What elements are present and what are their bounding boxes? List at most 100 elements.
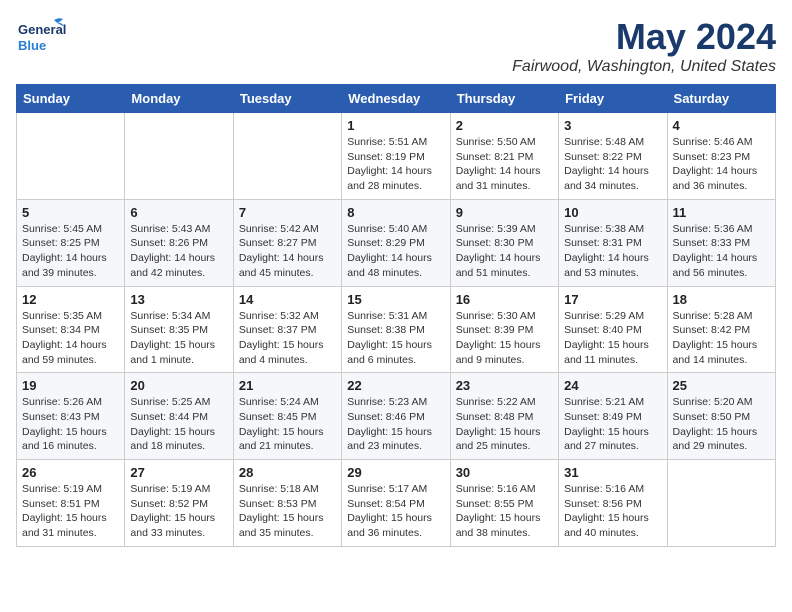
day-number: 2	[456, 118, 553, 133]
table-row	[233, 113, 341, 200]
day-number: 5	[22, 205, 119, 220]
table-row: 13Sunrise: 5:34 AM Sunset: 8:35 PM Dayli…	[125, 286, 233, 373]
day-number: 23	[456, 378, 553, 393]
table-row: 28Sunrise: 5:18 AM Sunset: 8:53 PM Dayli…	[233, 460, 341, 547]
title-block: May 2024 Fairwood, Washington, United St…	[512, 16, 776, 76]
day-info: Sunrise: 5:46 AM Sunset: 8:23 PM Dayligh…	[673, 135, 770, 194]
calendar-week-row: 12Sunrise: 5:35 AM Sunset: 8:34 PM Dayli…	[17, 286, 776, 373]
table-row: 10 Sunrise: 5:38 AM Sunset: 8:31 PM Dayli…	[559, 199, 667, 286]
table-row	[125, 113, 233, 200]
day-info: Sunrise: 5:22 AM Sunset: 8:48 PM Dayligh…	[456, 395, 553, 454]
header-sunday: Sunday	[17, 85, 125, 113]
day-number: 21	[239, 378, 336, 393]
day-info: Sunrise: 5:40 AM Sunset: 8:29 PM Dayligh…	[347, 222, 444, 281]
table-row: 11 Sunrise: 5:36 AM Sunset: 8:33 PM Dayli…	[667, 199, 775, 286]
day-number: 16	[456, 292, 553, 307]
table-row: 4 Sunrise: 5:46 AM Sunset: 8:23 PM Daylig…	[667, 113, 775, 200]
day-info: Sunrise: 5:16 AM Sunset: 8:56 PM Dayligh…	[564, 482, 661, 541]
table-row: 29 Sunrise: 5:17 AM Sunset: 8:54 PM Dayli…	[342, 460, 450, 547]
day-number: 14	[239, 292, 336, 307]
header-friday: Friday	[559, 85, 667, 113]
day-info: Sunrise: 5:19 AM Sunset: 8:52 PM Dayligh…	[130, 482, 227, 541]
table-row: 12Sunrise: 5:35 AM Sunset: 8:34 PM Dayli…	[17, 286, 125, 373]
day-number: 1	[347, 118, 444, 133]
day-info: Sunrise: 5:42 AM Sunset: 8:27 PM Dayligh…	[239, 222, 336, 281]
day-number: 11	[673, 205, 770, 220]
table-row: 9Sunrise: 5:39 AM Sunset: 8:30 PM Daylig…	[450, 199, 558, 286]
table-row: 20 Sunrise: 5:25 AM Sunset: 8:44 PM Dayli…	[125, 373, 233, 460]
table-row: 25 Sunrise: 5:20 AM Sunset: 8:50 PM Dayli…	[667, 373, 775, 460]
table-row: 17 Sunrise: 5:29 AM Sunset: 8:40 PM Dayli…	[559, 286, 667, 373]
header-tuesday: Tuesday	[233, 85, 341, 113]
table-row: 8 Sunrise: 5:40 AM Sunset: 8:29 PM Daylig…	[342, 199, 450, 286]
table-row	[17, 113, 125, 200]
svg-text:General: General	[18, 22, 66, 37]
day-number: 12	[22, 292, 119, 307]
table-row: 18Sunrise: 5:28 AM Sunset: 8:42 PM Dayli…	[667, 286, 775, 373]
day-info: Sunrise: 5:25 AM Sunset: 8:44 PM Dayligh…	[130, 395, 227, 454]
day-number: 17	[564, 292, 661, 307]
table-row: 24Sunrise: 5:21 AM Sunset: 8:49 PM Dayli…	[559, 373, 667, 460]
header-thursday: Thursday	[450, 85, 558, 113]
day-number: 25	[673, 378, 770, 393]
table-row: 22 Sunrise: 5:23 AM Sunset: 8:46 PM Dayli…	[342, 373, 450, 460]
day-info: Sunrise: 5:32 AM Sunset: 8:37 PM Dayligh…	[239, 309, 336, 368]
day-info: Sunrise: 5:26 AM Sunset: 8:43 PM Dayligh…	[22, 395, 119, 454]
calendar-subtitle: Fairwood, Washington, United States	[512, 58, 776, 76]
day-info: Sunrise: 5:29 AM Sunset: 8:40 PM Dayligh…	[564, 309, 661, 368]
day-number: 26	[22, 465, 119, 480]
calendar-week-row: 19 Sunrise: 5:26 AM Sunset: 8:43 PM Dayli…	[17, 373, 776, 460]
day-info: Sunrise: 5:23 AM Sunset: 8:46 PM Dayligh…	[347, 395, 444, 454]
day-number: 15	[347, 292, 444, 307]
table-row: 30 Sunrise: 5:16 AM Sunset: 8:55 PM Dayli…	[450, 460, 558, 547]
table-row: 14 Sunrise: 5:32 AM Sunset: 8:37 PM Dayli…	[233, 286, 341, 373]
day-number: 30	[456, 465, 553, 480]
day-info: Sunrise: 5:20 AM Sunset: 8:50 PM Dayligh…	[673, 395, 770, 454]
table-row: 1 Sunrise: 5:51 AM Sunset: 8:19 PM Daylig…	[342, 113, 450, 200]
day-number: 27	[130, 465, 227, 480]
day-number: 29	[347, 465, 444, 480]
table-row: 15 Sunrise: 5:31 AM Sunset: 8:38 PM Dayli…	[342, 286, 450, 373]
day-number: 10	[564, 205, 661, 220]
day-number: 4	[673, 118, 770, 133]
day-number: 20	[130, 378, 227, 393]
calendar-header-row: Sunday Monday Tuesday Wednesday Thursday…	[17, 85, 776, 113]
day-number: 8	[347, 205, 444, 220]
day-number: 7	[239, 205, 336, 220]
table-row: 31Sunrise: 5:16 AM Sunset: 8:56 PM Dayli…	[559, 460, 667, 547]
day-info: Sunrise: 5:19 AM Sunset: 8:51 PM Dayligh…	[22, 482, 119, 541]
table-row: 6 Sunrise: 5:43 AM Sunset: 8:26 PM Daylig…	[125, 199, 233, 286]
calendar-table: Sunday Monday Tuesday Wednesday Thursday…	[16, 84, 776, 547]
table-row: 27 Sunrise: 5:19 AM Sunset: 8:52 PM Dayli…	[125, 460, 233, 547]
header-monday: Monday	[125, 85, 233, 113]
day-info: Sunrise: 5:36 AM Sunset: 8:33 PM Dayligh…	[673, 222, 770, 281]
day-info: Sunrise: 5:38 AM Sunset: 8:31 PM Dayligh…	[564, 222, 661, 281]
day-info: Sunrise: 5:16 AM Sunset: 8:55 PM Dayligh…	[456, 482, 553, 541]
calendar-week-row: 5 Sunrise: 5:45 AM Sunset: 8:25 PM Daylig…	[17, 199, 776, 286]
page-header: General Blue May 2024 Fairwood, Washingt…	[16, 16, 776, 76]
day-info: Sunrise: 5:34 AM Sunset: 8:35 PM Dayligh…	[130, 309, 227, 368]
svg-text:Blue: Blue	[18, 38, 46, 53]
table-row: 19 Sunrise: 5:26 AM Sunset: 8:43 PM Dayli…	[17, 373, 125, 460]
table-row: 2Sunrise: 5:50 AM Sunset: 8:21 PM Daylig…	[450, 113, 558, 200]
logo: General Blue	[16, 16, 66, 58]
table-row: 7 Sunrise: 5:42 AM Sunset: 8:27 PM Daylig…	[233, 199, 341, 286]
table-row	[667, 460, 775, 547]
calendar-title: May 2024	[512, 16, 776, 58]
table-row: 21Sunrise: 5:24 AM Sunset: 8:45 PM Dayli…	[233, 373, 341, 460]
table-row: 5 Sunrise: 5:45 AM Sunset: 8:25 PM Daylig…	[17, 199, 125, 286]
day-number: 22	[347, 378, 444, 393]
day-info: Sunrise: 5:45 AM Sunset: 8:25 PM Dayligh…	[22, 222, 119, 281]
table-row: 26 Sunrise: 5:19 AM Sunset: 8:51 PM Dayli…	[17, 460, 125, 547]
day-info: Sunrise: 5:30 AM Sunset: 8:39 PM Dayligh…	[456, 309, 553, 368]
logo-svg: General Blue	[16, 16, 66, 58]
day-number: 19	[22, 378, 119, 393]
day-info: Sunrise: 5:17 AM Sunset: 8:54 PM Dayligh…	[347, 482, 444, 541]
day-number: 3	[564, 118, 661, 133]
day-info: Sunrise: 5:31 AM Sunset: 8:38 PM Dayligh…	[347, 309, 444, 368]
day-info: Sunrise: 5:51 AM Sunset: 8:19 PM Dayligh…	[347, 135, 444, 194]
day-info: Sunrise: 5:43 AM Sunset: 8:26 PM Dayligh…	[130, 222, 227, 281]
calendar-week-row: 26 Sunrise: 5:19 AM Sunset: 8:51 PM Dayli…	[17, 460, 776, 547]
day-number: 6	[130, 205, 227, 220]
day-info: Sunrise: 5:39 AM Sunset: 8:30 PM Dayligh…	[456, 222, 553, 281]
